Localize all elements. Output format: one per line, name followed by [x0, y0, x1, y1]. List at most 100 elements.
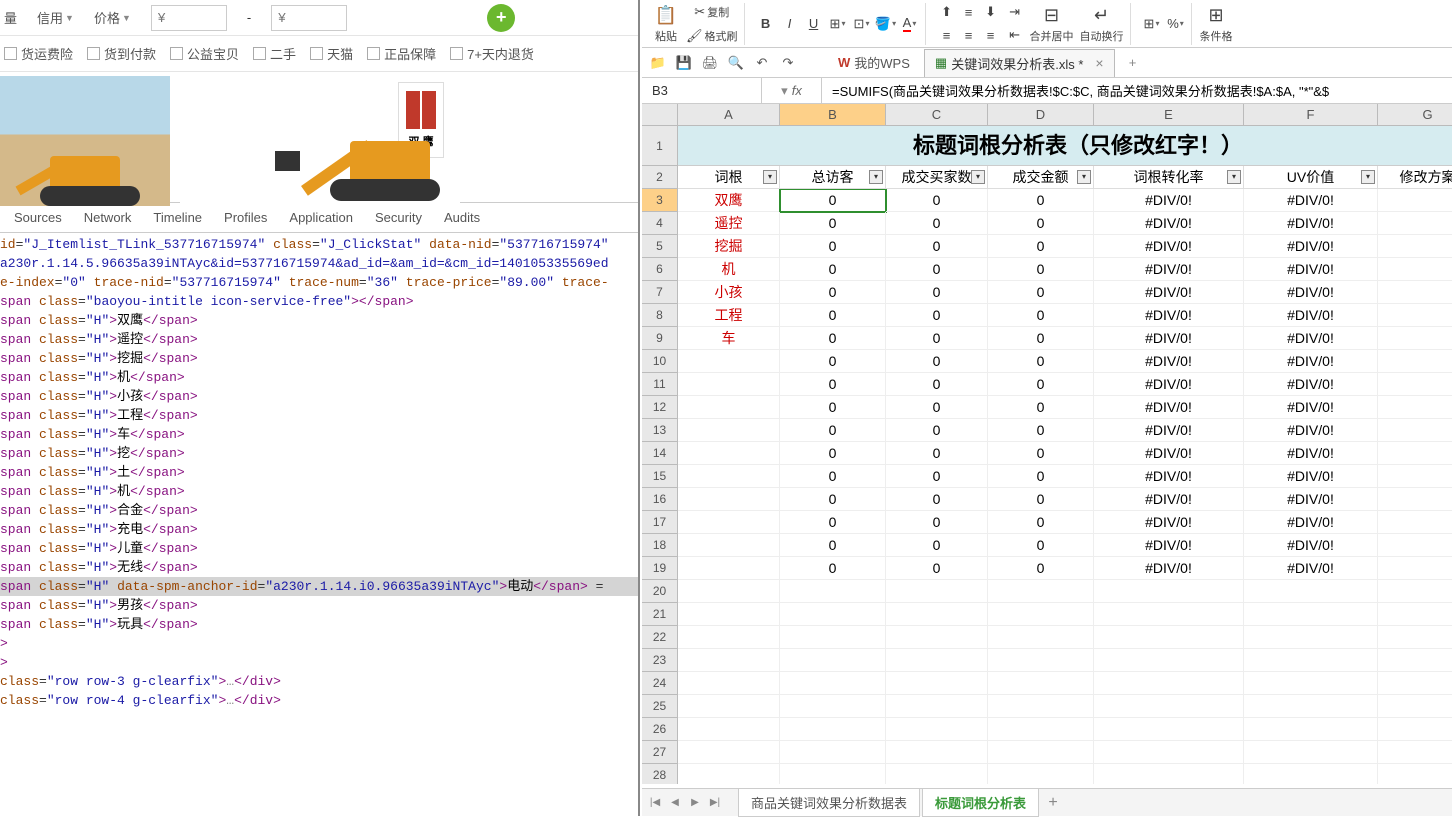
cell-D9[interactable]: 0 [988, 327, 1094, 350]
cell-B10[interactable]: 0 [780, 350, 886, 373]
cell-F7[interactable]: #DIV/0! [1244, 281, 1378, 304]
checkbox-货运费险[interactable]: 货运费险 [4, 44, 73, 63]
cell-D7[interactable]: 0 [988, 281, 1094, 304]
wps-tab[interactable]: W我的WPS [830, 53, 918, 72]
cell-C28[interactable] [886, 764, 988, 784]
corner-cell[interactable] [642, 104, 678, 126]
cell-A3[interactable]: 双鹰 [678, 189, 780, 212]
checkbox-天猫[interactable]: 天猫 [310, 44, 353, 63]
devtools-tab-audits[interactable]: Audits [444, 210, 480, 225]
cell-B20[interactable] [780, 580, 886, 603]
cell-C18[interactable]: 0 [886, 534, 988, 557]
row-header-7[interactable]: 7 [642, 281, 678, 304]
cell-F25[interactable] [1244, 695, 1378, 718]
cell-F20[interactable] [1244, 580, 1378, 603]
table-header-3[interactable]: 成交金额▾ [988, 166, 1094, 189]
cell-A12[interactable] [678, 396, 780, 419]
row-header-21[interactable]: 21 [642, 603, 678, 626]
row-header-13[interactable]: 13 [642, 419, 678, 442]
cell-E20[interactable] [1094, 580, 1244, 603]
align-middle-button[interactable]: ≡ [958, 1, 980, 23]
number-format-button[interactable]: %▾ [1165, 13, 1187, 35]
filter-amount[interactable]: 量 [4, 8, 17, 27]
cell-B7[interactable]: 0 [780, 281, 886, 304]
cell-A13[interactable] [678, 419, 780, 442]
cell-G11[interactable] [1378, 373, 1452, 396]
filter-dropdown-icon[interactable]: ▾ [1361, 170, 1375, 184]
cell-B5[interactable]: 0 [780, 235, 886, 258]
cell-B14[interactable]: 0 [780, 442, 886, 465]
devtools-tab-network[interactable]: Network [84, 210, 132, 225]
filter-dropdown-icon[interactable]: ▾ [971, 170, 985, 184]
price-min-input[interactable] [151, 5, 227, 31]
cell-E8[interactable]: #DIV/0! [1094, 304, 1244, 327]
cell-G12[interactable] [1378, 396, 1452, 419]
cell-F18[interactable]: #DIV/0! [1244, 534, 1378, 557]
devtools-tab-profiles[interactable]: Profiles [224, 210, 267, 225]
cell-E22[interactable] [1094, 626, 1244, 649]
cell-B19[interactable]: 0 [780, 557, 886, 580]
checkbox-正品保障[interactable]: 正品保障 [367, 44, 436, 63]
paste-button[interactable]: 📋粘贴 [650, 3, 682, 45]
cell-D5[interactable]: 0 [988, 235, 1094, 258]
cell-G15[interactable] [1378, 465, 1452, 488]
cell-E3[interactable]: #DIV/0! [1094, 189, 1244, 212]
cell-C27[interactable] [886, 741, 988, 764]
cell-B26[interactable] [780, 718, 886, 741]
cell-C23[interactable] [886, 649, 988, 672]
cell-F22[interactable] [1244, 626, 1378, 649]
cell-F6[interactable]: #DIV/0! [1244, 258, 1378, 281]
cell-D4[interactable]: 0 [988, 212, 1094, 235]
cell-G10[interactable] [1378, 350, 1452, 373]
save-icon[interactable]: 💾 [674, 53, 694, 73]
cell-A7[interactable]: 小孩 [678, 281, 780, 304]
cell-A14[interactable] [678, 442, 780, 465]
cell-C7[interactable]: 0 [886, 281, 988, 304]
row-header-22[interactable]: 22 [642, 626, 678, 649]
cell-D24[interactable] [988, 672, 1094, 695]
cell-F5[interactable]: #DIV/0! [1244, 235, 1378, 258]
spreadsheet-grid[interactable]: ABCDEFG1标题词根分析表（只修改红字！）2词根▾总访客▾成交买家数▾成交金… [642, 104, 1452, 784]
indent-inc-button[interactable]: ⇥ [1004, 1, 1026, 23]
row-header-4[interactable]: 4 [642, 212, 678, 235]
file-tab[interactable]: ▦ 关键词效果分析表.xls * × [924, 49, 1115, 77]
product-image-2[interactable]: 双 鹰 [180, 76, 460, 206]
row-header-2[interactable]: 2 [642, 166, 678, 189]
cell-A4[interactable]: 遥控 [678, 212, 780, 235]
cell-C13[interactable]: 0 [886, 419, 988, 442]
cell-E11[interactable]: #DIV/0! [1094, 373, 1244, 396]
cell-G21[interactable] [1378, 603, 1452, 626]
row-header-25[interactable]: 25 [642, 695, 678, 718]
row-header-17[interactable]: 17 [642, 511, 678, 534]
align-center-button[interactable]: ≡ [958, 24, 980, 46]
cell-C12[interactable]: 0 [886, 396, 988, 419]
cell-A9[interactable]: 车 [678, 327, 780, 350]
cell-F24[interactable] [1244, 672, 1378, 695]
cell-D12[interactable]: 0 [988, 396, 1094, 419]
cell-E28[interactable] [1094, 764, 1244, 784]
fill-color-button[interactable]: 🪣▾ [875, 13, 897, 35]
merge-button[interactable]: ⊟合并居中 [1028, 3, 1076, 45]
row-header-26[interactable]: 26 [642, 718, 678, 741]
product-image-1[interactable] [0, 76, 170, 206]
cell-F26[interactable] [1244, 718, 1378, 741]
row-header-1[interactable]: 1 [642, 126, 678, 166]
cell-F3[interactable]: #DIV/0! [1244, 189, 1378, 212]
cell-E19[interactable]: #DIV/0! [1094, 557, 1244, 580]
sheet-tab-1[interactable]: 商品关键词效果分析数据表 [738, 789, 920, 817]
cell-E15[interactable]: #DIV/0! [1094, 465, 1244, 488]
cell-F9[interactable]: #DIV/0! [1244, 327, 1378, 350]
cell-A17[interactable] [678, 511, 780, 534]
row-header-10[interactable]: 10 [642, 350, 678, 373]
close-tab-icon[interactable]: × [1095, 55, 1103, 71]
cell-A6[interactable]: 机 [678, 258, 780, 281]
cell-E14[interactable]: #DIV/0! [1094, 442, 1244, 465]
cell-A11[interactable] [678, 373, 780, 396]
cell-E18[interactable]: #DIV/0! [1094, 534, 1244, 557]
wrap-button[interactable]: ↵自动换行 [1078, 3, 1126, 45]
cell-A10[interactable] [678, 350, 780, 373]
cell-B17[interactable]: 0 [780, 511, 886, 534]
col-header-C[interactable]: C [886, 104, 988, 126]
devtools-tab-timeline[interactable]: Timeline [153, 210, 202, 225]
cell-E6[interactable]: #DIV/0! [1094, 258, 1244, 281]
